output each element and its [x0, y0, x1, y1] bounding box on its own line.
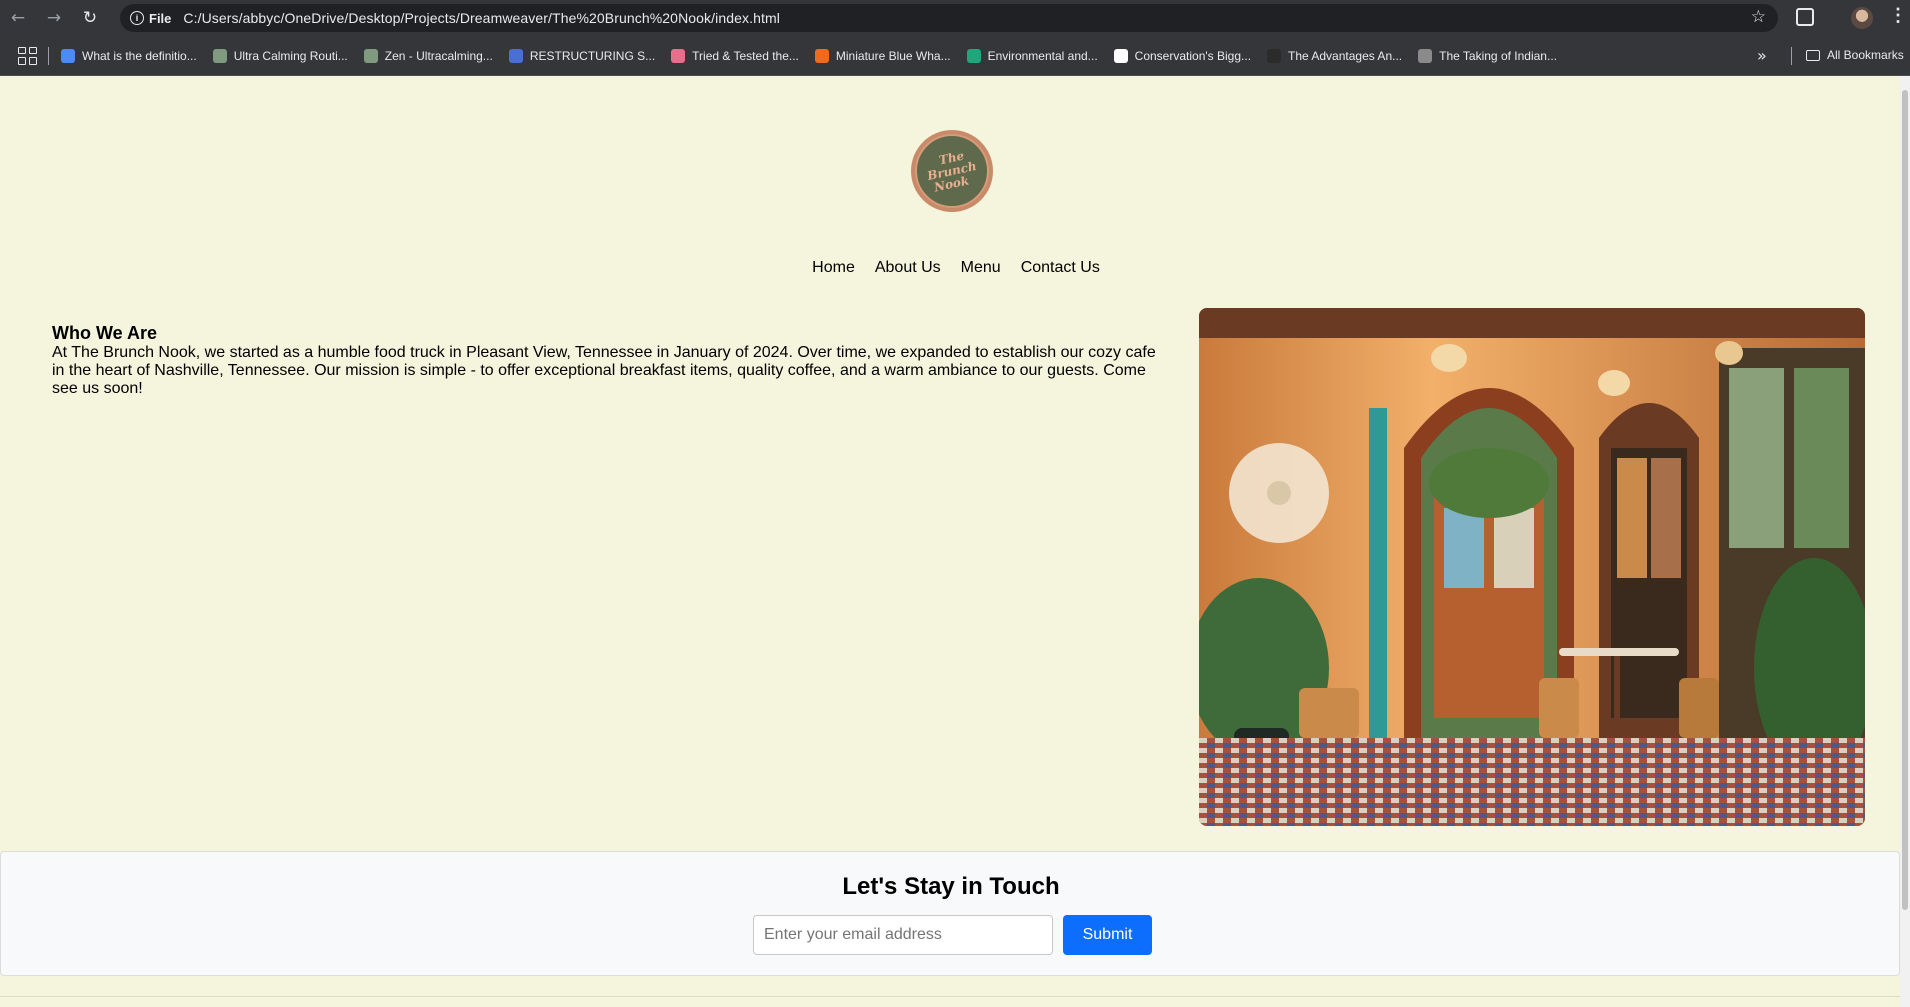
bookmark-favicon-icon: [212, 48, 227, 63]
bookmark-item[interactable]: RESTRUCTURING S...: [508, 48, 656, 63]
brunch-nook-logo: The Brunch Nook: [911, 130, 993, 212]
nav-menu[interactable]: Menu: [961, 259, 1001, 277]
bookmark-label: Environmental and...: [987, 48, 1098, 63]
site-info-chip[interactable]: i File: [130, 11, 183, 26]
nav-home[interactable]: Home: [812, 259, 855, 277]
apps-grid-icon[interactable]: [16, 45, 38, 67]
bookmark-item[interactable]: Conservation's Bigg...: [1113, 48, 1252, 63]
scrollbar-thumb[interactable]: [1902, 90, 1908, 910]
bookmark-favicon-icon: [1267, 48, 1282, 63]
about-heading: Who We Are: [52, 323, 158, 343]
bookmark-favicon-icon: [1418, 48, 1433, 63]
bookmark-label: Zen - Ultracalming...: [384, 48, 493, 63]
file-chip-label: File: [149, 10, 172, 26]
bookmarks-bar: What is the definitio... Ultra Calming R…: [0, 36, 1910, 76]
bookmark-item[interactable]: What is the definitio...: [61, 48, 197, 63]
bookmark-label: What is the definitio...: [82, 48, 197, 63]
bookmarks-divider: [48, 46, 49, 65]
bookmark-label: The Taking of Indian...: [1439, 48, 1557, 63]
forward-icon[interactable]: →: [36, 0, 72, 36]
cafe-interior-illustration: [1199, 308, 1865, 826]
cafe-interior-image: [1199, 308, 1865, 826]
newsletter-heading: Let's Stay in Touch: [842, 873, 1060, 900]
bookmark-favicon-icon: [814, 48, 829, 63]
newsletter-section: Let's Stay in Touch Submit: [0, 851, 1900, 976]
browser-menu-icon[interactable]: ⋮: [1889, 6, 1907, 24]
reload-icon[interactable]: ↻: [72, 0, 108, 36]
bookmark-item[interactable]: Tried & Tested the...: [671, 48, 799, 63]
bookmark-favicon-icon: [966, 48, 981, 63]
bookmark-favicon-icon: [61, 48, 75, 63]
bookmark-label: Miniature Blue Wha...: [835, 48, 951, 63]
address-bar[interactable]: i File C:/Users/abbyc/OneDrive/Desktop/P…: [120, 4, 1778, 32]
bookmark-label: Conservation's Bigg...: [1134, 48, 1252, 63]
page-scrollbar[interactable]: [1900, 76, 1910, 1007]
bookmark-item[interactable]: Zen - Ultracalming...: [363, 48, 493, 63]
bookmark-label: The Advantages An...: [1288, 48, 1403, 63]
extensions-icon[interactable]: [1796, 8, 1814, 26]
bookmark-item[interactable]: Environmental and...: [966, 48, 1098, 63]
browser-toolbar: ← → ↻ i File C:/Users/abbyc/OneDrive/Des…: [0, 0, 1910, 36]
more-bookmarks-icon[interactable]: »: [1757, 46, 1767, 65]
bookmark-star-icon[interactable]: ☆: [1751, 7, 1766, 27]
bookmark-item[interactable]: The Advantages An...: [1267, 48, 1403, 63]
bookmark-favicon-icon: [508, 48, 523, 63]
back-icon[interactable]: ←: [0, 0, 36, 36]
bookmark-item[interactable]: The Taking of Indian...: [1418, 48, 1557, 63]
folder-icon: [1806, 49, 1820, 61]
nav-about-us[interactable]: About Us: [875, 259, 941, 277]
about-paragraph: At The Brunch Nook, we started as a humb…: [52, 344, 1156, 397]
bookmark-label: Tried & Tested the...: [692, 48, 799, 63]
submit-button[interactable]: Submit: [1063, 915, 1152, 955]
all-bookmarks-button[interactable]: All Bookmarks: [1806, 48, 1904, 62]
bookmark-label: Ultra Calming Routi...: [233, 48, 348, 63]
bookmark-favicon-icon: [363, 48, 378, 63]
bookmark-favicon-icon: [1113, 48, 1128, 63]
email-input[interactable]: [753, 915, 1053, 955]
bookmark-item[interactable]: Ultra Calming Routi...: [212, 48, 348, 63]
bookmark-favicon-icon: [671, 48, 686, 63]
url-text[interactable]: C:/Users/abbyc/OneDrive/Desktop/Projects…: [183, 10, 780, 26]
profile-avatar[interactable]: [1851, 7, 1873, 29]
nav-contact-us[interactable]: Contact Us: [1021, 259, 1100, 277]
bookmark-label: RESTRUCTURING S...: [529, 48, 656, 63]
info-icon: i: [130, 11, 144, 25]
all-bookmarks-label: All Bookmarks: [1827, 48, 1904, 62]
web-page: The Brunch Nook Home About Us Menu Conta…: [0, 76, 1900, 1007]
logo-badge: The Brunch Nook: [915, 134, 989, 208]
bookmark-item[interactable]: Miniature Blue Wha...: [814, 48, 951, 63]
footer-divider: [0, 996, 1900, 997]
bookmarks-divider: [1791, 47, 1792, 65]
main-nav: Home About Us Menu Contact Us: [0, 259, 1900, 277]
